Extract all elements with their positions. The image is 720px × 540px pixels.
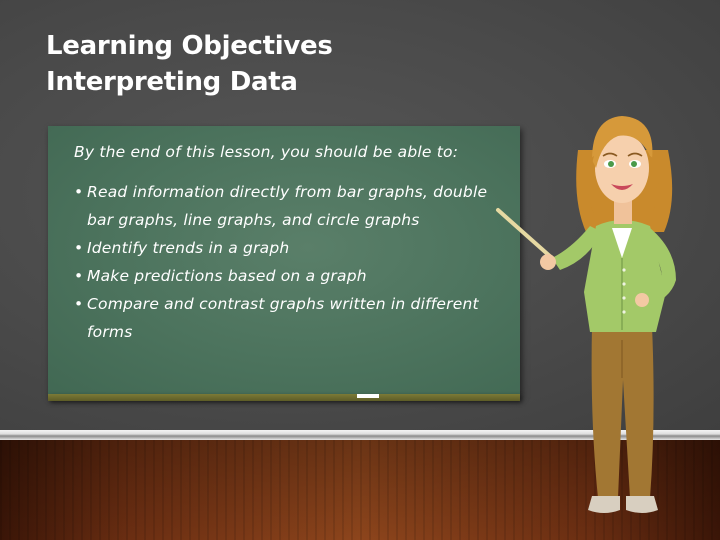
slide-title-line-2: Interpreting Data	[46, 67, 298, 97]
objective-item-identify-trends: Identify trends in a graph	[74, 234, 514, 262]
objective-item-compare-graphs: Compare and contrast graphs written in d…	[74, 290, 514, 346]
teacher-hand-right	[635, 293, 649, 307]
objectives-list: Read information directly from bar graph…	[74, 178, 514, 346]
objective-item-make-predictions: Make predictions based on a graph	[74, 262, 514, 290]
teacher-shoe-right	[626, 496, 658, 513]
teacher-illustration	[496, 116, 676, 513]
chalk-piece	[357, 394, 379, 398]
teacher-shoe-left	[588, 496, 620, 513]
slide-title: Learning Objectives Interpreting Data	[46, 28, 333, 100]
teacher-pointer-stick	[496, 208, 554, 260]
objective-item-read-graphs: Read information directly from bar graph…	[74, 178, 514, 234]
teacher-hand-left	[540, 254, 556, 270]
chalkboard-ledge	[48, 394, 520, 401]
teacher-neck	[614, 200, 632, 224]
objectives-intro: By the end of this lesson, you should be…	[74, 143, 459, 161]
objectives-text: By the end of this lesson, you should be…	[74, 140, 514, 346]
slide-title-line-1: Learning Objectives	[46, 31, 333, 61]
